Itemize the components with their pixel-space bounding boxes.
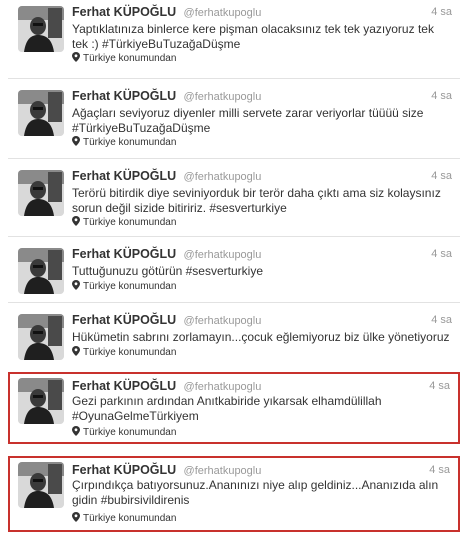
map-pin-icon [72,512,80,522]
tweet-location-label: Türkiye konumundan [83,53,177,64]
tweet-location[interactable]: Türkiye konumundan [72,512,176,525]
tweet-location-label: Türkiye konumundan [83,347,177,358]
map-pin-icon [72,346,80,356]
tweet-location[interactable]: Türkiye konumundan [72,52,176,65]
tweet-location[interactable]: Türkiye konumundan [72,346,176,359]
map-pin-icon [72,426,80,436]
tweet-location[interactable]: Türkiye konumundan [72,280,176,293]
avatar[interactable] [18,378,64,424]
tweet-author-handle[interactable]: @ferhatkupoglu [184,171,262,183]
tweet-header: Ferhat KÜPOĞLU @ferhatkupoglu 4 sa [72,462,450,478]
tweet-item[interactable]: Ferhat KÜPOĞLU @ferhatkupoglu 4 sa Yaptı… [8,0,460,78]
tweet-timestamp[interactable]: 4 sa [429,378,450,394]
map-pin-icon [72,280,80,290]
tweet-item-highlighted[interactable]: Ferhat KÜPOĞLU @ferhatkupoglu 4 sa Gezi … [8,372,460,444]
tweet-location-label: Türkiye konumundan [83,513,177,524]
divider [8,236,460,237]
map-pin-icon [72,136,80,146]
tweet-text: Hükümetin sabrını zorlamayın...çocuk eğl… [72,330,450,344]
tweet-author-name[interactable]: Ferhat KÜPOĞLU [72,247,176,261]
tweet-timestamp[interactable]: 4 sa [431,246,452,262]
tweet-timestamp[interactable]: 4 sa [431,168,452,184]
tweet-header: Ferhat KÜPOĞLU @ferhatkupoglu 4 sa [72,312,452,328]
avatar[interactable] [18,314,64,360]
tweet-header: Ferhat KÜPOĞLU @ferhatkupoglu 4 sa [72,4,452,20]
tweet-author-handle[interactable]: @ferhatkupoglu [184,91,262,103]
tweet-header: Ferhat KÜPOĞLU @ferhatkupoglu 4 sa [72,88,452,104]
tweet-location[interactable]: Türkiye konumundan [72,426,176,439]
tweet-text: Tuttuğunuzu götürün #sesverturkiye [72,264,263,278]
map-pin-icon [72,52,80,62]
tweet-item[interactable]: Ferhat KÜPOĞLU @ferhatkupoglu 4 sa Tuttu… [8,242,460,298]
tweet-text: Gezi parkının ardından Anıtkabiride yıka… [72,394,385,423]
tweet-author-handle[interactable]: @ferhatkupoglu [184,249,262,261]
avatar[interactable] [18,90,64,136]
tweet-header: Ferhat KÜPOĞLU @ferhatkupoglu 4 sa [72,378,450,394]
avatar[interactable] [18,170,64,216]
tweet-author-handle[interactable]: @ferhatkupoglu [184,315,262,327]
tweet-timestamp[interactable]: 4 sa [429,462,450,478]
tweet-timestamp[interactable]: 4 sa [431,4,452,20]
tweet-timestamp[interactable]: 4 sa [431,88,452,104]
tweet-header: Ferhat KÜPOĞLU @ferhatkupoglu 4 sa [72,246,452,262]
avatar[interactable] [18,462,64,508]
tweet-text: Terörü bitirdik diye seviniyorduk bir te… [72,186,445,215]
tweet-header: Ferhat KÜPOĞLU @ferhatkupoglu 4 sa [72,168,452,184]
tweet-location[interactable]: Türkiye konumundan [72,136,176,149]
tweet-author-handle[interactable]: @ferhatkupoglu [184,7,262,19]
tweet-author-name[interactable]: Ferhat KÜPOĞLU [72,313,176,327]
divider [8,78,460,79]
tweet-location-label: Türkiye konumundan [83,217,177,228]
tweet-author-handle[interactable]: @ferhatkupoglu [184,381,262,393]
tweet-text: Ağaçları seviyoruz diyenler milli servet… [72,106,427,135]
tweet-author-handle[interactable]: @ferhatkupoglu [184,465,262,477]
tweet-text: Yaptıklatınıza binlerce kere pişman olac… [72,22,438,51]
tweet-item[interactable]: Ferhat KÜPOĞLU @ferhatkupoglu 4 sa Hüküm… [8,308,460,364]
tweet-location-label: Türkiye konumundan [83,137,177,148]
tweet-author-name[interactable]: Ferhat KÜPOĞLU [72,89,176,103]
tweet-location[interactable]: Türkiye konumundan [72,216,176,229]
tweet-item[interactable]: Ferhat KÜPOĞLU @ferhatkupoglu 4 sa Terör… [8,164,460,234]
tweet-item-highlighted[interactable]: Ferhat KÜPOĞLU @ferhatkupoglu 4 sa Çırpı… [8,456,460,532]
tweet-author-name[interactable]: Ferhat KÜPOĞLU [72,379,176,393]
tweet-author-name[interactable]: Ferhat KÜPOĞLU [72,463,176,477]
tweet-location-label: Türkiye konumundan [83,281,177,292]
divider [8,302,460,303]
tweet-text: Çırpındıkça batıyorsunuz.Ananınızı niye … [72,478,442,507]
tweet-item[interactable]: Ferhat KÜPOĞLU @ferhatkupoglu 4 sa Ağaçl… [8,84,460,154]
tweet-author-name[interactable]: Ferhat KÜPOĞLU [72,5,176,19]
avatar[interactable] [18,6,64,52]
divider [8,158,460,159]
tweet-timestamp[interactable]: 4 sa [431,312,452,328]
tweet-author-name[interactable]: Ferhat KÜPOĞLU [72,169,176,183]
map-pin-icon [72,216,80,226]
tweet-location-label: Türkiye konumundan [83,427,177,438]
avatar[interactable] [18,248,64,294]
